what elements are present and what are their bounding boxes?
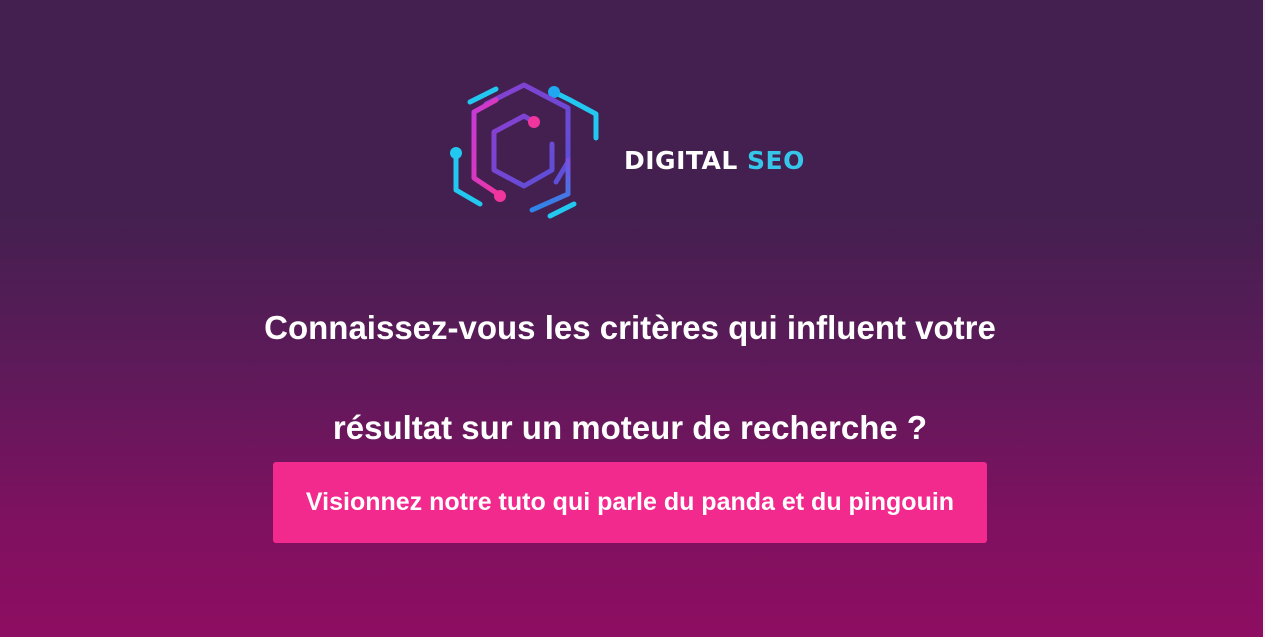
hexagon-circuit-icon [450, 82, 599, 219]
headline-line-1: Connaissez-vous les critères qui influen… [264, 309, 996, 346]
brand-name: DIGITAL SEO [624, 146, 805, 175]
brand-name-part1: DIGITAL [624, 146, 738, 175]
watch-tutorial-button[interactable]: Visionnez notre tuto qui parle du panda … [273, 462, 987, 543]
brand-logo: DIGITAL SEO [446, 82, 816, 222]
brand-name-part2: SEO [747, 146, 805, 175]
page-headline: Connaissez-vous les critères qui influen… [0, 278, 1260, 478]
